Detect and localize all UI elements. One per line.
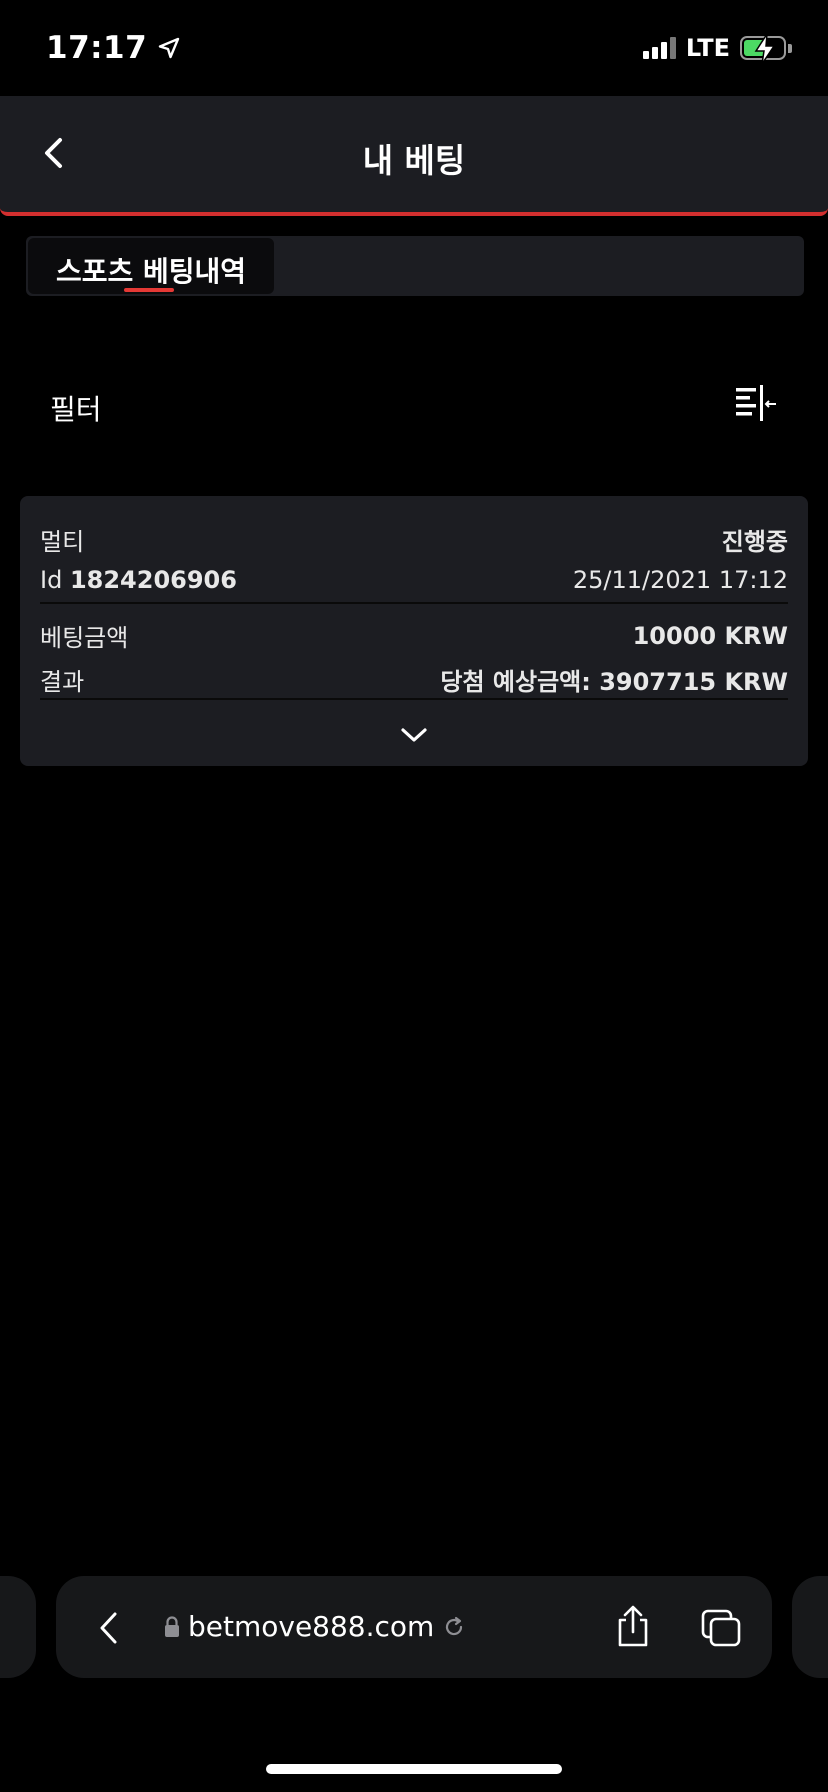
home-indicator[interactable] <box>266 1764 562 1774</box>
filter-button[interactable] <box>734 384 778 424</box>
divider <box>40 698 788 700</box>
bet-id-value: 1824206906 <box>69 566 237 594</box>
signal-icon <box>642 37 676 59</box>
result-row: 결과 당첨 예상금액: 3907715 KRW <box>40 662 788 697</box>
status-time: 17:17 <box>46 30 181 66</box>
filter-collapse-icon <box>736 385 776 421</box>
status-badge: 진행중 <box>721 528 788 556</box>
share-icon <box>618 1605 648 1647</box>
lock-icon <box>165 1615 179 1637</box>
expand-button[interactable] <box>394 722 434 748</box>
tab-strip: 스포츠 베팅내역 <box>26 236 804 296</box>
location-arrow-icon <box>158 37 180 59</box>
bet-id-label: Id <box>40 566 63 594</box>
previous-tab-peek[interactable] <box>0 1576 36 1678</box>
result-value: 당첨 예상금액: 3907715 KRW <box>440 668 788 696</box>
network-label: LTE <box>685 34 730 62</box>
battery-icon <box>740 33 792 65</box>
stake-row: 베팅금액 10000 KRW <box>40 618 788 653</box>
charging-bolt-icon <box>754 33 776 65</box>
time-text: 17:17 <box>46 30 148 66</box>
bet-id: Id 1824206906 <box>40 566 237 594</box>
share-button[interactable] <box>614 1604 652 1648</box>
tab-sports-betting-history[interactable]: 스포츠 베팅내역 <box>28 238 274 294</box>
url-text: betmove888.com <box>188 1610 435 1643</box>
tab-active-indicator <box>124 288 174 292</box>
bet-id-row: Id 1824206906 25/11/2021 17:12 <box>40 566 788 594</box>
tab-label: 스포츠 베팅내역 <box>56 255 247 288</box>
next-tab-peek[interactable] <box>792 1576 828 1678</box>
status-indicators: LTE <box>642 33 792 65</box>
stake-value: 10000 KRW <box>632 621 788 650</box>
app-header: 내 베팅 <box>0 96 828 216</box>
result-label: 결과 <box>40 668 85 696</box>
reload-icon[interactable] <box>442 1615 466 1639</box>
bet-type-row: 멀티 진행중 <box>40 522 788 557</box>
bet-date: 25/11/2021 17:12 <box>572 566 788 594</box>
browser-toolbar: betmove888.com <box>56 1576 772 1678</box>
tabs-icon <box>701 1609 741 1647</box>
chevron-left-icon <box>100 1612 117 1644</box>
page-title: 내 베팅 <box>362 141 466 180</box>
status-bar: 17:17 LTE <box>0 0 828 96</box>
address-bar[interactable]: betmove888.com <box>164 1610 466 1643</box>
filter-label[interactable]: 필터 <box>50 388 102 428</box>
bet-card: 멀티 진행중 Id 1824206906 25/11/2021 17:12 베팅… <box>20 496 808 766</box>
bet-type: 멀티 <box>40 528 85 556</box>
browser-back-button[interactable] <box>94 1610 124 1646</box>
divider <box>40 602 788 604</box>
screen: 17:17 LTE 내 베팅 스포츠 베팅내역 필터 멀티 진행중 Id 182… <box>0 0 828 1792</box>
chevron-down-icon <box>401 728 427 742</box>
tabs-button[interactable] <box>700 1608 742 1648</box>
stake-label: 베팅금액 <box>40 624 129 652</box>
